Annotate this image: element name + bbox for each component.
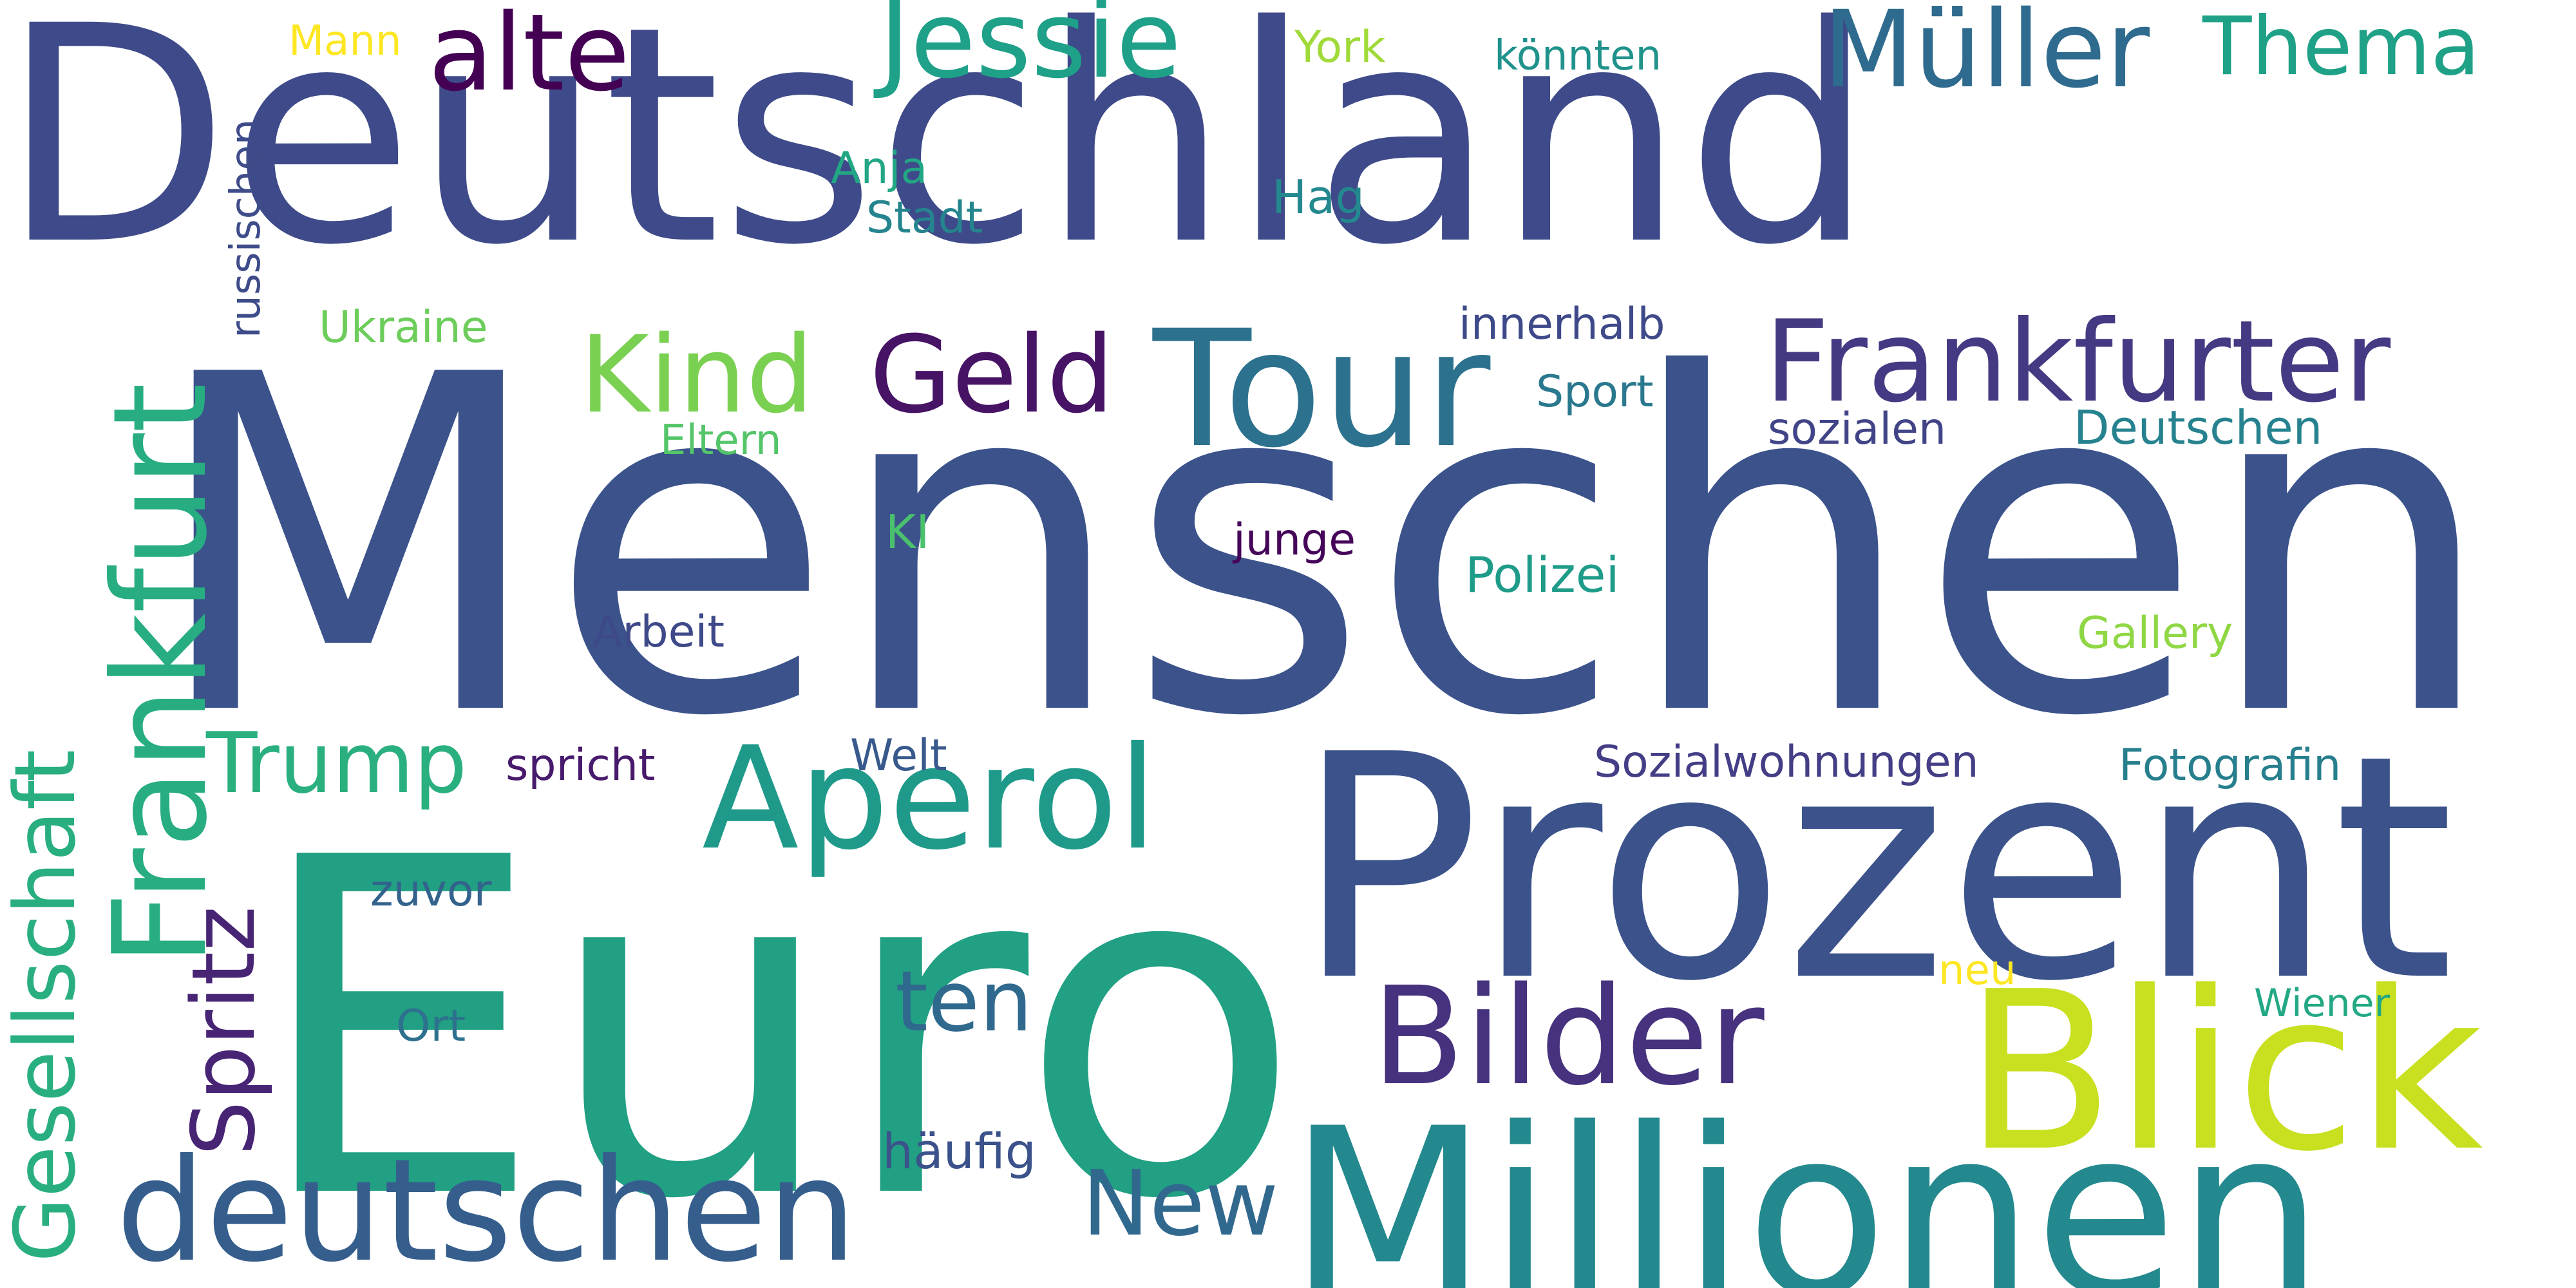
word-anja: Anja <box>831 143 928 194</box>
word-spritz: Spritz <box>173 905 274 1156</box>
word-neu: neu <box>1938 947 2016 994</box>
word-innerhalb: innerhalb <box>1459 299 1665 350</box>
word-frankfurt: Frankfurt <box>86 383 236 966</box>
word-koennten: könnten <box>1494 32 1662 80</box>
word-mueller: Müller <box>1823 0 2150 111</box>
word-kind: Kind <box>580 313 814 437</box>
word-jessie: Jessie <box>879 0 1182 102</box>
word-ort: Ort <box>396 1001 466 1052</box>
word-new: New <box>1082 1151 1279 1256</box>
word-stadt: Stadt <box>866 193 983 243</box>
word-gallery: Gallery <box>2077 608 2233 659</box>
word-thema: Thema <box>2202 0 2480 93</box>
word-ki: KI <box>886 505 930 559</box>
word-geld: Geld <box>869 313 1114 437</box>
word-eltern: Eltern <box>660 417 782 464</box>
word-tour: Tour <box>1153 296 1491 483</box>
word-ten: ten <box>895 952 1033 1050</box>
word-alte: alte <box>428 0 630 115</box>
word-wiener: Wiener <box>2254 981 2391 1026</box>
word-ukraine: Ukraine <box>319 302 488 353</box>
word-mann: Mann <box>289 17 402 65</box>
word-fotografin: Fotografin <box>2119 740 2342 791</box>
word-spricht: spricht <box>506 740 656 791</box>
word-welt: Welt <box>850 730 947 781</box>
word-deutschen-upper: Deutschen <box>2074 401 2323 455</box>
word-trump: Trump <box>206 714 468 812</box>
word-sozialen: sozialen <box>1768 404 1947 455</box>
word-sozialwohnungen: Sozialwohnungen <box>1594 737 1979 788</box>
word-blick: Blick <box>1964 945 2484 1200</box>
word-polizei: Polizei <box>1465 546 1620 603</box>
word-hag: Hag <box>1272 170 1365 224</box>
word-junge: junge <box>1233 515 1356 565</box>
word-gesellschaft: Gesellschaft <box>0 749 94 1262</box>
word-russischen: russischen <box>222 118 270 338</box>
word-york: York <box>1294 22 1386 73</box>
word-haeufig: häufig <box>882 1122 1037 1180</box>
word-deutschen-lower: deutschen <box>116 1128 857 1288</box>
word-bilder: Bilder <box>1372 958 1765 1115</box>
word-arbeit: Arbeit <box>592 607 725 658</box>
word-cloud: Deutschland Menschen Euro Prozent Millio… <box>0 0 2576 1288</box>
word-zuvor: zuvor <box>370 866 492 916</box>
word-sport: Sport <box>1536 366 1654 417</box>
